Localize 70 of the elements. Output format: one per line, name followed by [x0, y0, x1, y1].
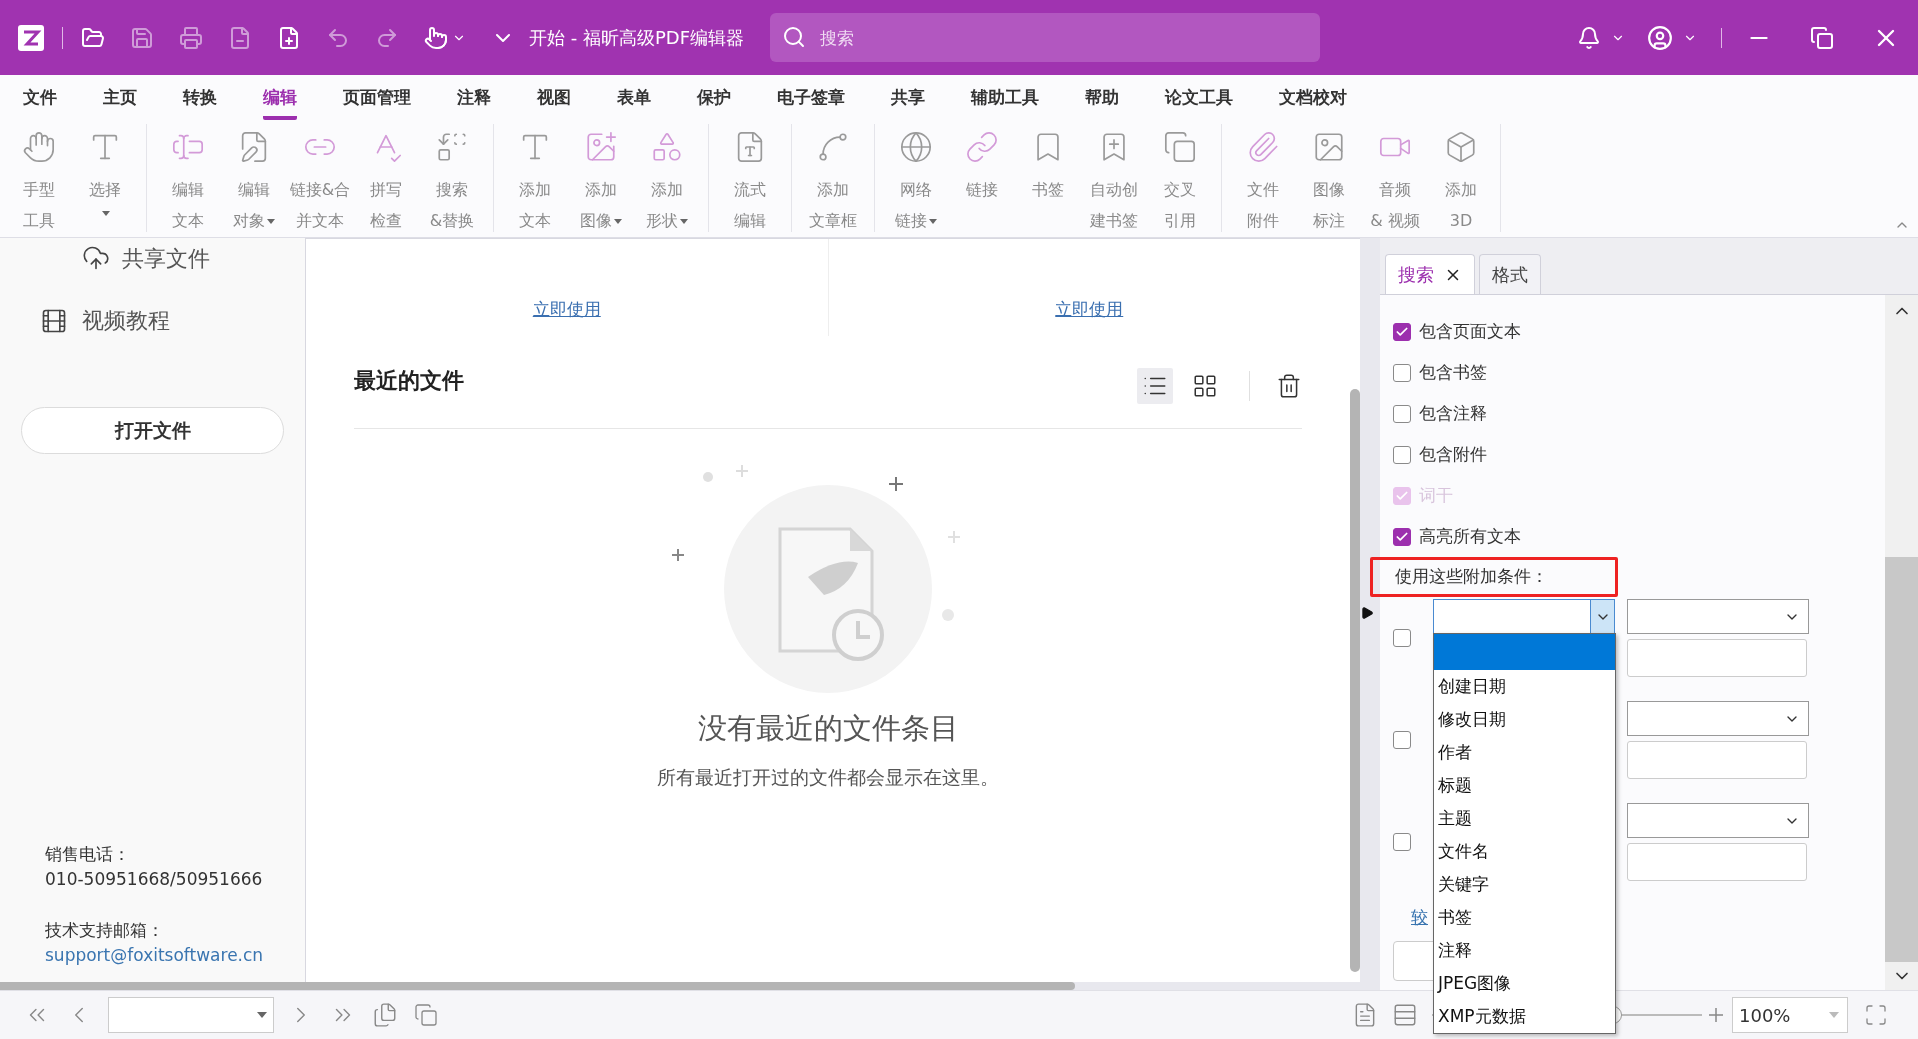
ribbon-tool[interactable]: 链接	[949, 124, 1015, 205]
ribbon-tool[interactable]: 网络 链接	[883, 124, 949, 236]
menu-tab[interactable]: 转换	[183, 75, 217, 120]
empty-state-title: 没有最近的文件条目	[696, 710, 960, 747]
contact-label: 销售电话：	[45, 843, 131, 866]
contact-label: 技术支持邮箱：	[45, 919, 165, 942]
phone-number: 010-50951668/50951666	[45, 868, 264, 891]
menu-tab[interactable]: 帮助	[1085, 75, 1119, 120]
option-label: 包含页面文本	[1419, 319, 1521, 343]
fewer-options-link[interactable]: 较	[1411, 905, 1428, 931]
dropdown-item[interactable]: XMP元数据	[1434, 1000, 1615, 1033]
option-label: 包含书签	[1419, 360, 1487, 384]
ribbon-tool[interactable]: 链接&合 并文本	[287, 124, 353, 236]
option-label: 高亮所有文本	[1419, 524, 1521, 548]
menu-tab[interactable]: 注释	[457, 75, 491, 120]
ribbon-tool[interactable]: 添加 图像	[568, 124, 634, 236]
ribbon-tool[interactable]: 手型 工具	[6, 124, 72, 236]
ribbon-tool[interactable]: 添加 文章框	[800, 124, 866, 236]
window-title: 开始 - 福昕高级PDF编辑器	[529, 26, 744, 50]
zoom-field[interactable]: 100%	[1732, 997, 1848, 1033]
conditions-label: 使用这些附加条件：	[1370, 557, 1618, 597]
dropdown-item[interactable]: 创建日期	[1434, 670, 1615, 703]
open-file-button[interactable]: 打开文件	[21, 407, 284, 454]
menu-tab[interactable]: 电子签章	[777, 75, 845, 120]
dropdown-item[interactable]: JPEG图像	[1434, 967, 1615, 1000]
empty-state-text: 所有最近打开过的文件都会显示在这里。	[656, 764, 1000, 790]
dropdown-item[interactable]: 关键字	[1434, 868, 1615, 901]
menu-tab[interactable]: 表单	[617, 75, 651, 120]
dropdown-item[interactable]: 标题	[1434, 769, 1615, 802]
dropdown-item[interactable]: 注释	[1434, 934, 1615, 967]
ribbon-tool[interactable]: 自动创 建书签	[1081, 124, 1147, 236]
ribbon-tool[interactable]: 拼写 检查	[353, 124, 419, 236]
menu-tab[interactable]: 文件	[23, 75, 57, 120]
dropdown-item[interactable]: 主题	[1434, 802, 1615, 835]
ribbon-tool[interactable]: 编辑 文本	[155, 124, 221, 236]
menu-tab[interactable]: 页面管理	[343, 75, 411, 120]
menu-tab[interactable]: 辅助工具	[971, 75, 1039, 120]
ribbon-tool[interactable]: 交叉 引用	[1147, 124, 1213, 236]
menu-tab[interactable]: 文档校对	[1279, 75, 1347, 120]
use-now-link[interactable]: 立即使用	[1055, 296, 1124, 322]
panel-tab[interactable]: 格式	[1479, 254, 1541, 294]
menu-tab[interactable]: 共享	[891, 75, 925, 120]
recent-files-heading: 最近的文件	[354, 367, 464, 395]
ribbon-tool[interactable]: 选择	[72, 124, 138, 221]
menu-tab[interactable]: 主页	[103, 75, 137, 120]
option-label: 包含注释	[1419, 401, 1487, 425]
ribbon-tool[interactable]: 图像 标注	[1296, 124, 1362, 236]
dropdown-item[interactable]: 作者	[1434, 736, 1615, 769]
ribbon-tool[interactable]: 添加 形状	[634, 124, 700, 236]
ribbon-tool[interactable]: 搜索 &替换	[419, 124, 485, 236]
ribbon-tool[interactable]: 添加 3D	[1428, 124, 1494, 236]
menu-tab[interactable]: 保护	[697, 75, 731, 120]
panel-tab[interactable]: 搜索	[1385, 254, 1475, 294]
ribbon-tool[interactable]: 文件 附件	[1230, 124, 1296, 236]
dropdown-item[interactable]: 文件名	[1434, 835, 1615, 868]
menu-tab[interactable]: 视图	[537, 75, 571, 120]
ribbon-tool[interactable]: 编辑 对象	[221, 124, 287, 236]
sidebar-item[interactable]: 共享文件	[122, 241, 210, 275]
menu-tab[interactable]: 论文工具	[1165, 75, 1233, 120]
ribbon-tool[interactable]: 书签	[1015, 124, 1081, 205]
ribbon-tool[interactable]: 音频 & 视频	[1362, 124, 1428, 236]
sidebar-item[interactable]: 视频教程	[82, 304, 170, 337]
ribbon-tool[interactable]: 添加 文本	[502, 124, 568, 236]
use-now-link[interactable]: 立即使用	[532, 296, 601, 322]
option-label: 包含附件	[1419, 442, 1487, 466]
search-field[interactable]: 搜索	[770, 13, 1320, 62]
dropdown-item[interactable]: 书签	[1434, 901, 1615, 934]
email-link[interactable]: support@foxitsoftware.cn	[45, 943, 305, 968]
dropdown-item[interactable]: 修改日期	[1434, 703, 1615, 736]
ribbon-tool[interactable]: 流式 编辑	[717, 124, 783, 236]
